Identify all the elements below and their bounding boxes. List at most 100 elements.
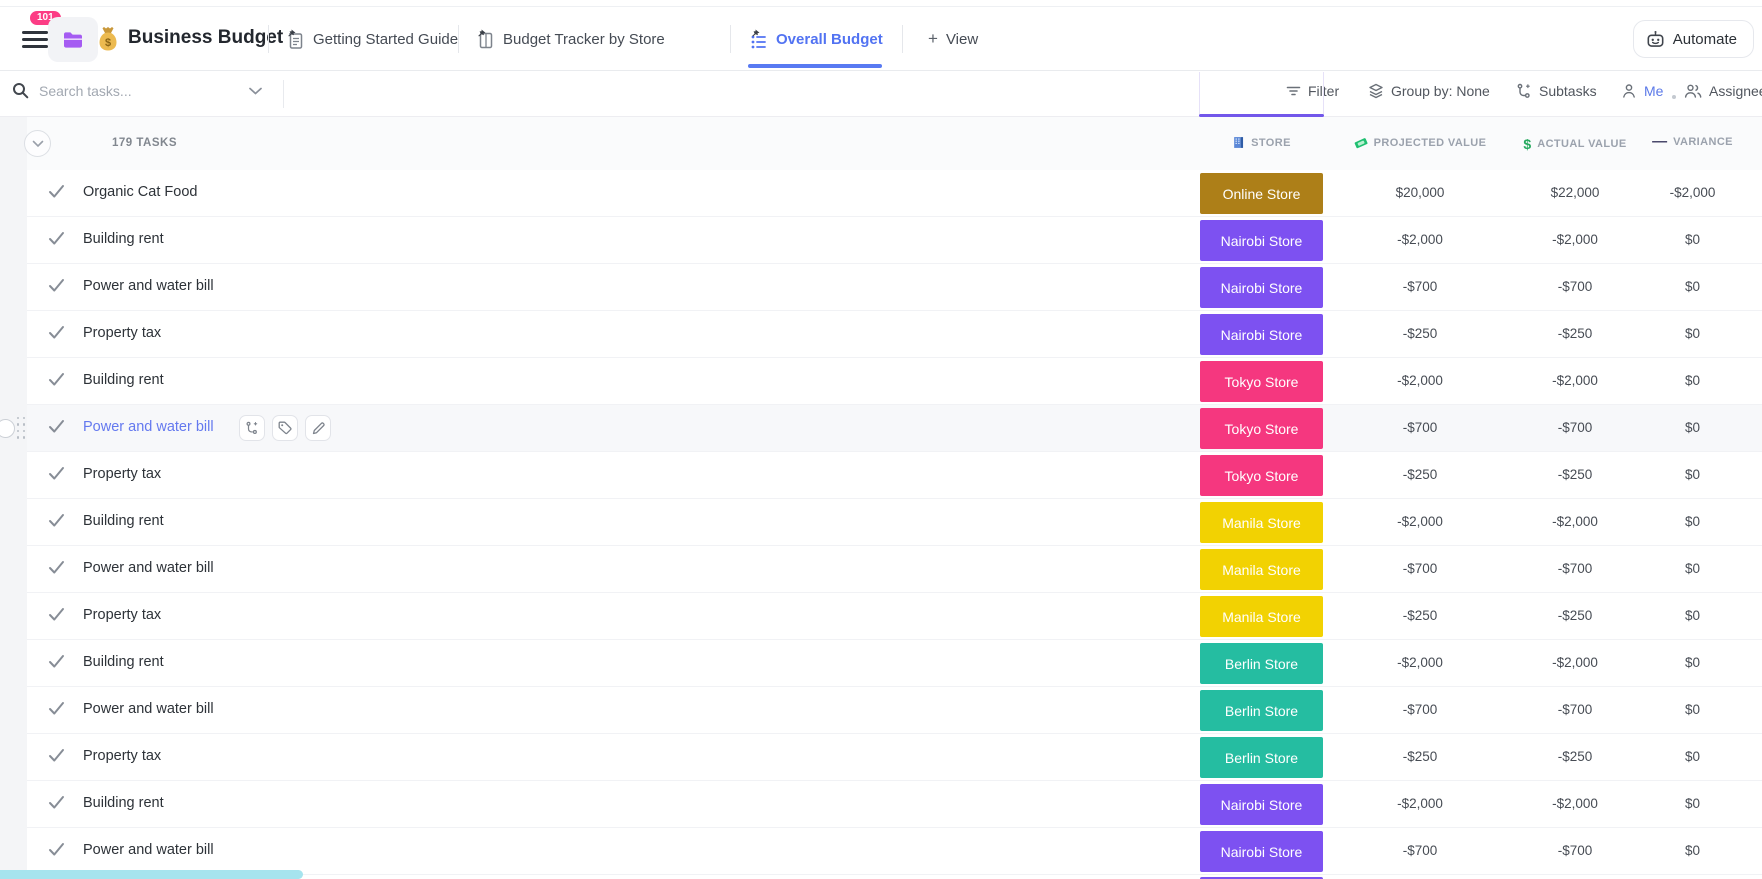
task-row[interactable]: Property tax Nairobi Store -$250 -$250 $0 bbox=[27, 311, 1762, 358]
variance-cell[interactable]: $0 bbox=[1625, 749, 1760, 764]
variance-cell[interactable]: $0 bbox=[1625, 514, 1760, 529]
variance-cell[interactable]: -$2,000 bbox=[1625, 185, 1760, 200]
task-complete-check-icon[interactable] bbox=[48, 748, 66, 766]
task-row[interactable]: Power and water bill Manila Store -$700 -$7… bbox=[27, 546, 1762, 593]
task-row[interactable]: Property tax Tokyo Store -$250 -$250 $0 bbox=[27, 452, 1762, 499]
automate-button[interactable]: Automate bbox=[1632, 20, 1754, 58]
subtasks-button[interactable]: Subtasks bbox=[1516, 83, 1597, 99]
projected-value-cell[interactable]: -$250 bbox=[1340, 326, 1500, 341]
task-row[interactable]: Building rent Nairobi Store -$2,000 -$2,000… bbox=[27, 781, 1762, 828]
task-row[interactable]: Power and water bill Nairobi Store -$700 -$… bbox=[27, 828, 1762, 875]
variance-cell[interactable]: $0 bbox=[1625, 796, 1760, 811]
task-name[interactable]: Property tax bbox=[83, 748, 161, 764]
variance-cell[interactable]: $0 bbox=[1625, 843, 1760, 858]
variance-cell[interactable]: $0 bbox=[1625, 608, 1760, 623]
variance-cell[interactable]: $0 bbox=[1625, 655, 1760, 670]
store-tag[interactable]: Online Store bbox=[1200, 173, 1323, 214]
task-complete-check-icon[interactable] bbox=[48, 513, 66, 531]
task-row[interactable]: Property tax Manila Store -$250 -$250 $0 bbox=[27, 593, 1762, 640]
add-view-button[interactable]: + View bbox=[928, 29, 978, 49]
store-tag[interactable]: Tokyo Store bbox=[1200, 361, 1323, 402]
task-complete-check-icon[interactable] bbox=[48, 184, 66, 202]
projected-value-cell[interactable]: -$2,000 bbox=[1340, 655, 1500, 670]
variance-cell[interactable]: $0 bbox=[1625, 326, 1760, 341]
task-name[interactable]: Power and water bill bbox=[83, 278, 214, 294]
store-tag[interactable]: Tokyo Store bbox=[1200, 408, 1323, 449]
task-complete-check-icon[interactable] bbox=[48, 278, 66, 296]
filter-button[interactable]: Filter bbox=[1286, 83, 1339, 99]
task-row[interactable]: Property tax Berlin Store -$250 -$250 $0 bbox=[27, 734, 1762, 781]
variance-cell[interactable]: $0 bbox=[1625, 232, 1760, 247]
task-name[interactable]: Building rent bbox=[83, 372, 164, 388]
task-name[interactable]: Building rent bbox=[83, 795, 164, 811]
task-complete-check-icon[interactable] bbox=[48, 466, 66, 484]
folder-button[interactable] bbox=[48, 17, 98, 62]
store-tag[interactable]: Berlin Store bbox=[1200, 737, 1323, 778]
store-tag[interactable]: Berlin Store bbox=[1200, 643, 1323, 684]
store-tag[interactable]: Nairobi Store bbox=[1200, 267, 1323, 308]
task-complete-check-icon[interactable] bbox=[48, 419, 66, 437]
projected-value-cell[interactable]: -$250 bbox=[1340, 749, 1500, 764]
add-subtask-button[interactable] bbox=[239, 415, 265, 441]
task-complete-check-icon[interactable] bbox=[48, 842, 66, 860]
task-complete-check-icon[interactable] bbox=[48, 560, 66, 578]
task-row[interactable]: Power and water bill Nairobi Store -$700 -$… bbox=[27, 264, 1762, 311]
task-name[interactable]: Building rent bbox=[83, 231, 164, 247]
search-input[interactable]: Search tasks... bbox=[12, 82, 132, 99]
tab-getting-started-guide[interactable]: Getting Started Guide bbox=[286, 29, 458, 50]
projected-value-cell[interactable]: -$2,000 bbox=[1340, 373, 1500, 388]
projected-value-cell[interactable]: -$2,000 bbox=[1340, 232, 1500, 247]
variance-cell[interactable]: $0 bbox=[1625, 279, 1760, 294]
task-complete-check-icon[interactable] bbox=[48, 795, 66, 813]
variance-cell[interactable]: $0 bbox=[1625, 467, 1760, 482]
task-complete-check-icon[interactable] bbox=[48, 654, 66, 672]
projected-value-cell[interactable]: -$250 bbox=[1340, 467, 1500, 482]
variance-cell[interactable]: $0 bbox=[1625, 420, 1760, 435]
task-row[interactable]: Building rent Nairobi Store -$2,000 -$2,000… bbox=[27, 217, 1762, 264]
tab-budget-tracker-by-store[interactable]: Budget Tracker by Store bbox=[476, 29, 665, 50]
projected-value-cell[interactable]: -$700 bbox=[1340, 561, 1500, 576]
drag-handle-icon[interactable] bbox=[17, 417, 26, 439]
projected-value-cell[interactable]: -$2,000 bbox=[1340, 514, 1500, 529]
group-by-button[interactable]: Group by: None bbox=[1368, 83, 1490, 99]
task-complete-check-icon[interactable] bbox=[48, 372, 66, 390]
add-tag-button[interactable] bbox=[272, 415, 298, 441]
store-tag[interactable]: Manila Store bbox=[1200, 502, 1323, 543]
projected-value-cell[interactable]: -$700 bbox=[1340, 702, 1500, 717]
task-name[interactable]: Property tax bbox=[83, 466, 161, 482]
task-row[interactable]: Building rent Manila Store -$2,000 -$2,000 $… bbox=[27, 499, 1762, 546]
task-name[interactable]: Power and water bill bbox=[83, 419, 214, 435]
store-tag[interactable]: Tokyo Store bbox=[1200, 455, 1323, 496]
task-row[interactable]: Organic Cat Food Online Store $20,000 $22,0… bbox=[27, 170, 1762, 217]
horizontal-scrollbar-thumb[interactable] bbox=[0, 870, 303, 879]
projected-value-cell[interactable]: -$250 bbox=[1340, 608, 1500, 623]
projected-value-cell[interactable]: -$700 bbox=[1340, 843, 1500, 858]
column-header-projected-value[interactable]: PROJECTED VALUE bbox=[1340, 136, 1500, 150]
store-tag[interactable]: Berlin Store bbox=[1200, 690, 1323, 731]
task-name[interactable]: Building rent bbox=[83, 513, 164, 529]
task-name[interactable]: Property tax bbox=[83, 607, 161, 623]
collapse-group-button[interactable] bbox=[24, 130, 51, 157]
variance-cell[interactable]: $0 bbox=[1625, 373, 1760, 388]
store-tag[interactable]: Nairobi Store bbox=[1200, 784, 1323, 825]
projected-value-cell[interactable]: -$700 bbox=[1340, 420, 1500, 435]
task-name[interactable]: Power and water bill bbox=[83, 560, 214, 576]
store-tag[interactable]: Nairobi Store bbox=[1200, 314, 1323, 355]
store-tag[interactable]: Manila Store bbox=[1200, 596, 1323, 637]
assignees-button[interactable]: Assignees bbox=[1684, 83, 1762, 99]
search-chevron-down-icon[interactable] bbox=[248, 86, 263, 96]
projected-value-cell[interactable]: -$700 bbox=[1340, 279, 1500, 294]
task-row[interactable]: Building rent Tokyo Store -$2,000 -$2,000 $0 bbox=[27, 358, 1762, 405]
task-complete-check-icon[interactable] bbox=[48, 231, 66, 249]
task-complete-check-icon[interactable] bbox=[48, 701, 66, 719]
store-tag[interactable]: Nairobi Store bbox=[1200, 220, 1323, 261]
column-header-variance[interactable]: — VARIANCE bbox=[1625, 134, 1760, 149]
task-name[interactable]: Power and water bill bbox=[83, 842, 214, 858]
task-complete-check-icon[interactable] bbox=[48, 607, 66, 625]
task-name[interactable]: Organic Cat Food bbox=[83, 184, 197, 200]
task-name[interactable]: Building rent bbox=[83, 654, 164, 670]
hamburger-menu-icon[interactable] bbox=[22, 30, 50, 50]
task-row[interactable]: Building rent Berlin Store -$2,000 -$2,000 $… bbox=[27, 640, 1762, 687]
column-header-store[interactable]: STORE bbox=[1200, 136, 1323, 149]
rename-task-button[interactable] bbox=[305, 415, 331, 441]
